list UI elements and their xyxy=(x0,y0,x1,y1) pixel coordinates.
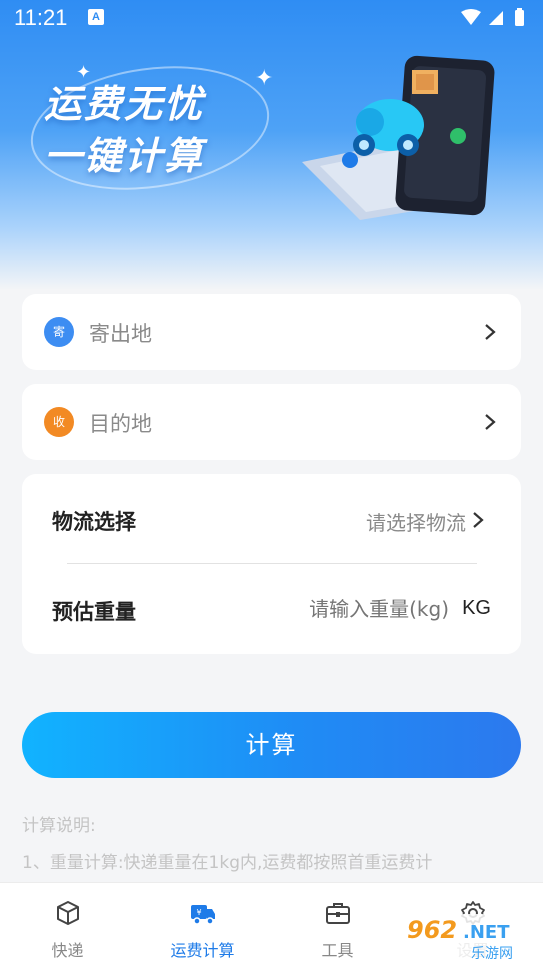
destination-selector[interactable]: 收 目的地 xyxy=(22,384,521,460)
logistics-label: 物流选择 xyxy=(52,510,136,534)
tab-label: 快递 xyxy=(51,941,84,960)
notes-line-1: 1、重量计算:快递重量在1kg内,运费都按照首重运费计 xyxy=(22,853,433,873)
shipment-details-card: 物流选择 请选择物流 预估重量 KG xyxy=(22,474,521,654)
logistics-placeholder: 请选择物流 xyxy=(366,511,466,535)
banner-slogan: 运费无忧 一键计算 xyxy=(44,78,204,182)
chevron-right-icon xyxy=(485,324,496,340)
status-icons xyxy=(459,8,529,32)
package-icon xyxy=(57,901,79,925)
svg-text:¥: ¥ xyxy=(196,908,201,917)
notification-icon: A xyxy=(88,9,104,25)
hero-banner: 11:21 A ✦ ✦ 运费无忧 一键计算 xyxy=(0,0,543,290)
slogan-line-2: 一键计算 xyxy=(44,134,205,178)
status-time: 11:21 xyxy=(14,5,68,30)
tab-freight-calculation[interactable]: ¥ 运费计算 xyxy=(135,883,270,967)
svg-text:乐游网: 乐游网 xyxy=(471,946,513,962)
origin-badge: 寄 xyxy=(44,317,74,347)
tab-tools[interactable]: 工具 xyxy=(270,883,405,967)
origin-placeholder: 寄出地 xyxy=(89,322,152,346)
site-watermark-logo: 962 .NET 乐游网 xyxy=(395,914,535,962)
svg-text:.NET: .NET xyxy=(463,922,510,943)
delivery-phone-illustration xyxy=(302,55,495,220)
toolbox-icon xyxy=(326,903,350,924)
divider xyxy=(67,563,477,564)
delivery-truck-icon: ¥ xyxy=(191,905,215,925)
chevron-right-icon xyxy=(485,414,496,430)
tab-express[interactable]: 快递 xyxy=(0,883,135,967)
slogan-line-1: 运费无忧 xyxy=(44,82,205,126)
logistics-selector[interactable]: 物流选择 请选择物流 xyxy=(22,474,521,564)
origin-selector[interactable]: 寄 寄出地 xyxy=(22,294,521,370)
destination-placeholder: 目的地 xyxy=(89,412,152,436)
weight-input[interactable] xyxy=(259,592,449,626)
calculate-button[interactable]: 计算 xyxy=(22,712,521,778)
tab-label: 工具 xyxy=(321,941,354,960)
sparkle-icon: ✦ xyxy=(255,66,274,91)
chevron-right-icon xyxy=(473,512,484,528)
status-bar: 11:21 A xyxy=(0,0,543,36)
weight-label: 预估重量 xyxy=(52,600,136,624)
notes-title: 计算说明: xyxy=(22,816,96,836)
destination-badge: 收 xyxy=(44,407,74,437)
signal-battery-icon xyxy=(461,8,524,26)
svg-text:962: 962 xyxy=(407,916,457,944)
weight-unit: KG xyxy=(462,597,491,619)
tab-label: 运费计算 xyxy=(170,941,235,960)
